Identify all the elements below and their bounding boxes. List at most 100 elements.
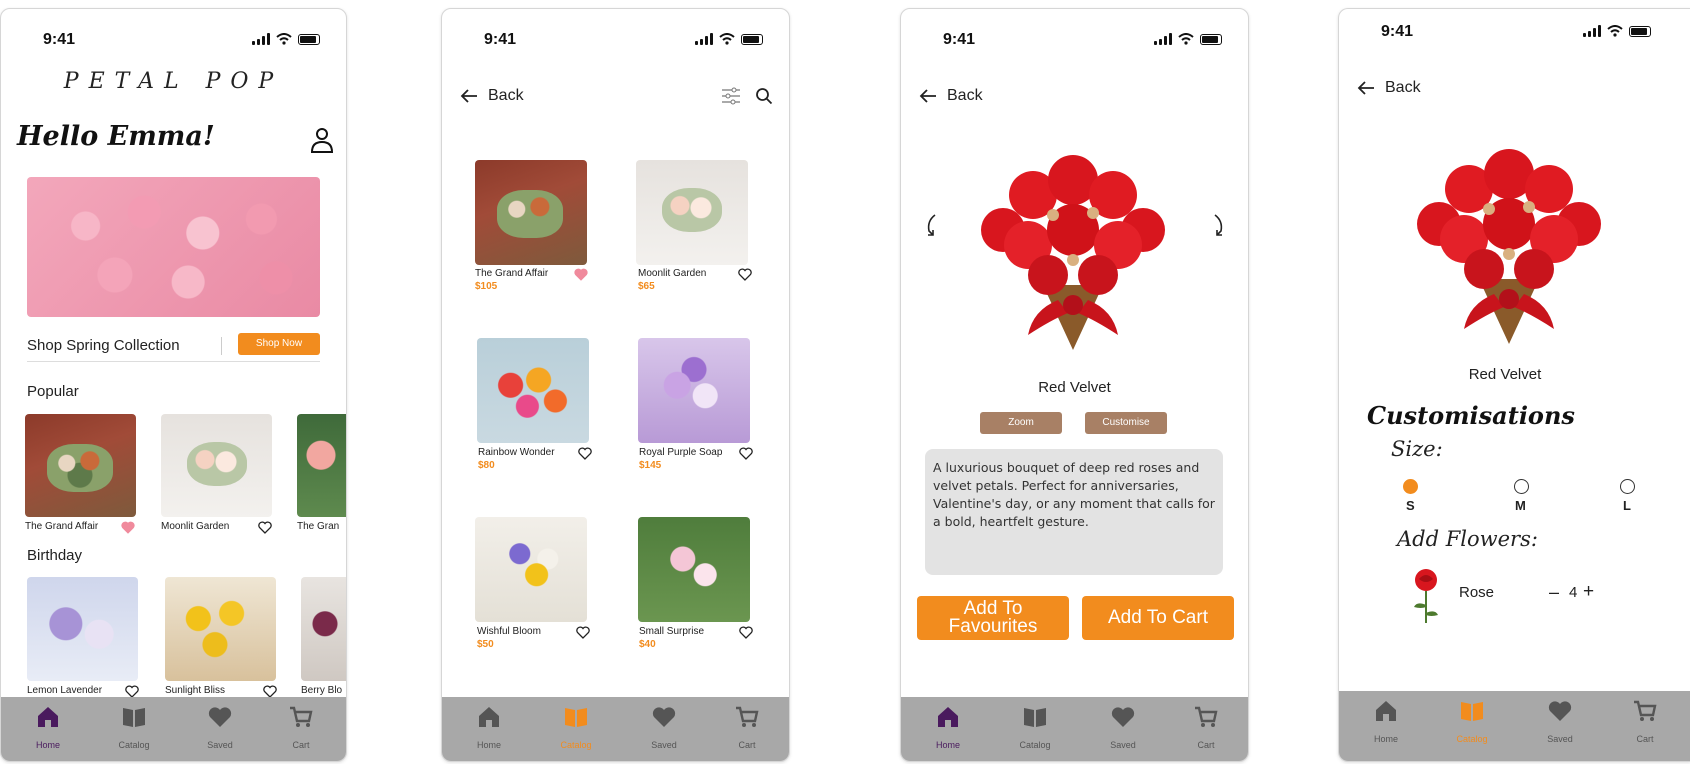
quantity-increment-button[interactable]: + (1583, 581, 1594, 603)
quantity-value: 4 (1569, 584, 1578, 601)
tab-cart[interactable]: Cart (712, 705, 782, 750)
birthday-title: Birthday (27, 547, 83, 564)
product-thumb[interactable] (638, 517, 750, 622)
tab-home[interactable]: Home (13, 705, 83, 750)
heart-icon[interactable] (578, 447, 592, 460)
tab-home[interactable]: Home (1351, 699, 1421, 744)
tab-catalog[interactable]: Catalog (1437, 699, 1507, 744)
product-name: Moonlit Garden (638, 268, 707, 279)
heart-icon[interactable] (121, 521, 135, 534)
tab-saved[interactable]: Saved (185, 705, 255, 750)
tab-saved[interactable]: Saved (1088, 705, 1158, 750)
house-icon (479, 707, 499, 727)
product-price: $145 (639, 460, 662, 471)
tab-bar: Home Catalog Saved Cart (901, 697, 1248, 761)
red-rose-bouquet-image (981, 155, 1165, 350)
search-icon[interactable] (755, 87, 773, 105)
red-rose-bouquet-image (1417, 149, 1601, 344)
shop-now-button[interactable]: Shop Now (238, 333, 320, 355)
add-to-cart-button[interactable]: Add To Cart (1082, 596, 1234, 640)
popular-title: Popular (27, 383, 79, 400)
tab-home[interactable]: Home (454, 705, 524, 750)
status-time: 9:41 (1381, 23, 1414, 40)
back-button[interactable]: Back (1357, 79, 1421, 97)
greeting: Hello Emma! (17, 121, 215, 152)
user-profile-icon[interactable] (310, 127, 334, 153)
heart-icon[interactable] (258, 521, 272, 534)
spring-collection-label: Shop Spring Collection (27, 337, 180, 354)
heart-icon[interactable] (738, 268, 752, 281)
home-screen: 9:41 PETAL POP Hello Emma! Shop Spring C… (0, 8, 347, 762)
tab-saved[interactable]: Saved (1525, 699, 1595, 744)
product-thumb[interactable] (301, 577, 346, 681)
size-m-radio[interactable] (1514, 479, 1529, 494)
rotate-left-icon[interactable] (925, 213, 939, 239)
status-bar: 9:41 (1339, 21, 1690, 43)
cart-icon (290, 706, 313, 727)
tab-catalog[interactable]: Catalog (1000, 705, 1070, 750)
size-s-radio[interactable] (1403, 479, 1418, 494)
product-thumb[interactable] (297, 414, 346, 517)
filter-icon[interactable] (721, 87, 741, 105)
quantity-decrement-button[interactable]: – (1549, 582, 1559, 603)
tab-cart[interactable]: Cart (1171, 705, 1241, 750)
product-name: Small Surprise (639, 626, 705, 637)
product-price: $50 (477, 639, 494, 650)
product-thumb[interactable] (165, 577, 276, 681)
product-name: Lemon Lavender (27, 685, 103, 696)
back-button[interactable]: Back (460, 87, 524, 105)
battery-icon (1200, 33, 1222, 45)
customise-button[interactable]: Customise (1085, 412, 1167, 434)
spring-banner-image[interactable] (27, 177, 320, 317)
tab-cart[interactable]: Cart (266, 705, 336, 750)
size-l-radio[interactable] (1620, 479, 1635, 494)
heart-icon (652, 707, 676, 727)
status-bar: 9:41 (1, 29, 346, 51)
heart-icon[interactable] (739, 447, 753, 460)
product-price: $65 (638, 281, 655, 292)
zoom-button[interactable]: Zoom (980, 412, 1062, 434)
app-brand: PETAL POP (63, 69, 284, 94)
product-price: $105 (475, 281, 498, 292)
status-time: 9:41 (484, 31, 517, 48)
product-thumb[interactable] (477, 338, 589, 443)
product-thumb[interactable] (27, 577, 138, 681)
heart-icon (1111, 707, 1135, 727)
customisations-title: Customisations (1367, 401, 1575, 430)
house-icon (1376, 701, 1396, 721)
product-name: The Gran (297, 521, 340, 532)
rotate-right-icon[interactable] (1211, 213, 1225, 239)
back-button[interactable]: Back (919, 87, 983, 105)
product-thumb[interactable] (638, 338, 750, 443)
product-name: Moonlit Garden (161, 521, 230, 532)
tab-home[interactable]: Home (913, 705, 983, 750)
catalog-screen: 9:41 Back The Grand Affair $105 Moonlit … (441, 8, 790, 762)
product-thumb[interactable] (475, 160, 587, 265)
customise-screen: 9:41 Back Red Velvet Customisations Size… (1338, 8, 1690, 762)
heart-icon[interactable] (576, 626, 590, 639)
battery-icon (298, 33, 320, 45)
product-name: Rainbow Wonder (478, 447, 555, 458)
tab-cart[interactable]: Cart (1610, 699, 1680, 744)
tab-saved[interactable]: Saved (629, 705, 699, 750)
back-label: Back (947, 87, 983, 104)
product-thumb[interactable] (475, 517, 587, 622)
product-thumb[interactable] (161, 414, 272, 517)
product-thumb[interactable] (636, 160, 748, 265)
heart-icon[interactable] (739, 626, 753, 639)
heart-icon[interactable] (574, 268, 588, 281)
status-time: 9:41 (43, 31, 76, 48)
book-icon (123, 708, 145, 727)
house-icon (938, 707, 958, 727)
heart-icon (208, 707, 232, 727)
product-name: The Grand Affair (475, 268, 549, 279)
arrow-left-icon (919, 89, 936, 103)
add-to-favourites-button[interactable]: Add To Favourites (917, 596, 1069, 640)
product-description: A luxurious bouquet of deep red roses an… (925, 449, 1223, 575)
product-name: Royal Purple Soap (639, 447, 723, 458)
size-label: Size: (1391, 437, 1443, 461)
signal-icon (252, 33, 270, 45)
tab-catalog[interactable]: Catalog (99, 705, 169, 750)
tab-catalog[interactable]: Catalog (541, 705, 611, 750)
product-thumb[interactable] (25, 414, 136, 517)
